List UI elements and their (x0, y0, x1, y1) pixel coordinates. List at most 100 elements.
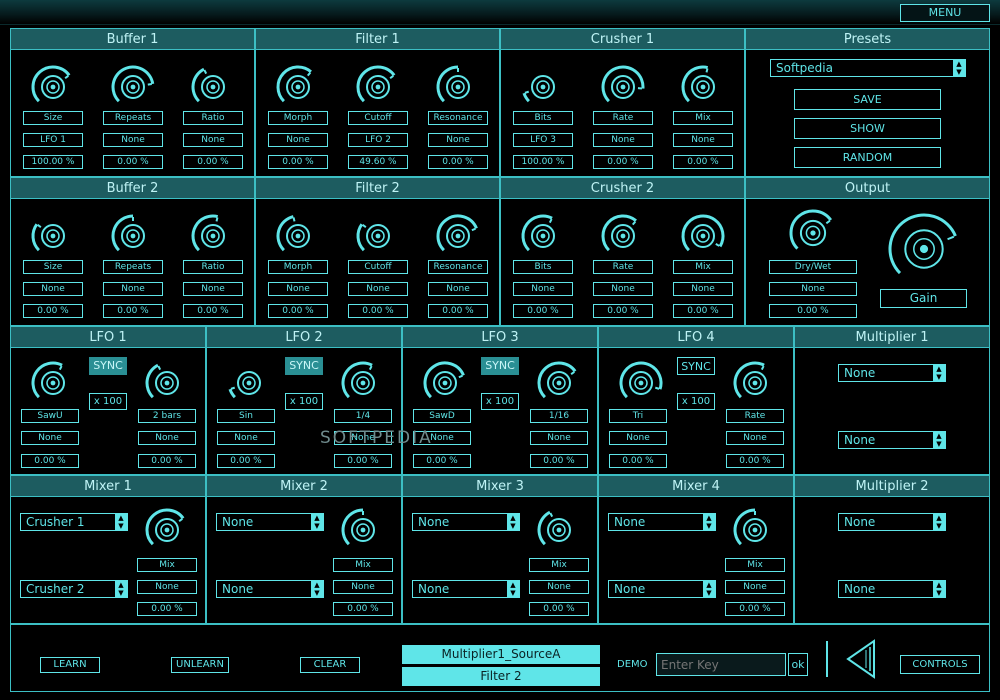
lfo-4-wave-knob[interactable] (616, 358, 666, 408)
license-key-input[interactable] (656, 653, 786, 676)
row1-2-bits-knob[interactable] (518, 62, 568, 112)
lfo-3-wave-mod-amount[interactable]: 0.00 % (413, 454, 471, 468)
row1-2-bits-mod-amount[interactable]: 100.00 % (513, 155, 573, 169)
lfo-3-wave-knob[interactable] (420, 358, 470, 408)
row1-1-cutoff-mod-source[interactable]: LFO 2 (348, 133, 408, 147)
row1-2-mix-mod-source[interactable]: None (673, 133, 733, 147)
row2-1-morph-mod-amount[interactable]: 0.00 % (268, 304, 328, 318)
lfo-2-rate-knob[interactable] (338, 358, 388, 408)
lfo-2-sync-toggle[interactable]: SYNC (285, 357, 323, 375)
row2-0-ratio-mod-source[interactable]: None (183, 282, 243, 296)
mixer-3-mix-mod-amount[interactable]: 0.00 % (529, 602, 589, 616)
mixer-2-mix-knob[interactable] (338, 505, 388, 555)
learn-button[interactable]: LEARN (40, 657, 100, 673)
row2-2-rate-mod-source[interactable]: None (593, 282, 653, 296)
lfo-4-multiplier[interactable]: x 100 (677, 393, 715, 410)
row2-1-resonance-mod-amount[interactable]: 0.00 % (428, 304, 488, 318)
back-arrow-icon[interactable] (844, 639, 878, 679)
lfo-1-rate-mod-amount[interactable]: 0.00 % (138, 454, 196, 468)
mixer-3-source-b[interactable]: None ▲ ▼ (412, 580, 520, 598)
mixer-2-source-a[interactable]: None ▲ ▼ (216, 513, 324, 531)
row2-2-rate-knob[interactable] (598, 211, 648, 261)
menu-button[interactable]: MENU (900, 4, 990, 22)
row1-1-resonance-mod-amount[interactable]: 0.00 % (428, 155, 488, 169)
mixer-3-source-a[interactable]: None ▲ ▼ (412, 513, 520, 531)
mixer-3-mix-mod-source[interactable]: None (529, 580, 589, 594)
mixer-1-source-a[interactable]: Crusher 1 ▲ ▼ (20, 513, 128, 531)
mixer-1-source-b[interactable]: Crusher 2 ▲ ▼ (20, 580, 128, 598)
row1-2-rate-knob[interactable] (598, 62, 648, 112)
mixer-4-mix-knob[interactable] (730, 505, 780, 555)
lfo-3-rate-mod-amount[interactable]: 0.00 % (530, 454, 588, 468)
row1-0-repeats-mod-amount[interactable]: 0.00 % (103, 155, 163, 169)
unlearn-button[interactable]: UNLEARN (171, 657, 229, 673)
row1-0-size-mod-source[interactable]: LFO 1 (23, 133, 83, 147)
mixer-1-mix-mod-amount[interactable]: 0.00 % (137, 602, 197, 616)
row1-0-repeats-mod-source[interactable]: None (103, 133, 163, 147)
lfo-1-wave-mod-amount[interactable]: 0.00 % (21, 454, 79, 468)
lfo-4-rate-mod-amount[interactable]: 0.00 % (726, 454, 784, 468)
lfo-4-wave-mod-amount[interactable]: 0.00 % (609, 454, 667, 468)
row2-0-size-mod-amount[interactable]: 0.00 % (23, 304, 83, 318)
row1-0-size-knob[interactable] (28, 62, 78, 112)
lfo-2-wave-mod-source[interactable]: None (217, 431, 275, 445)
row2-1-morph-mod-source[interactable]: None (268, 282, 328, 296)
ok-button[interactable]: ok (788, 653, 808, 676)
lfo-3-wave-mod-source[interactable]: None (413, 431, 471, 445)
row1-0-ratio-mod-amount[interactable]: 0.00 % (183, 155, 243, 169)
row2-1-resonance-knob[interactable] (433, 211, 483, 261)
row1-2-rate-mod-source[interactable]: None (593, 133, 653, 147)
row2-0-size-mod-source[interactable]: None (23, 282, 83, 296)
lfo-2-wave-knob[interactable] (224, 358, 274, 408)
row2-0-repeats-mod-amount[interactable]: 0.00 % (103, 304, 163, 318)
lfo-1-wave-knob[interactable] (28, 358, 78, 408)
row1-0-ratio-knob[interactable] (188, 62, 238, 112)
row1-0-size-mod-amount[interactable]: 100.00 % (23, 155, 83, 169)
dry-wet-mod-source[interactable]: None (769, 282, 857, 296)
row2-2-bits-knob[interactable] (518, 211, 568, 261)
mixer-2-mix-mod-amount[interactable]: 0.00 % (333, 602, 393, 616)
row1-2-mix-mod-amount[interactable]: 0.00 % (673, 155, 733, 169)
row2-0-repeats-knob[interactable] (108, 211, 158, 261)
row1-1-morph-mod-source[interactable]: None (268, 133, 328, 147)
row1-2-bits-mod-source[interactable]: LFO 3 (513, 133, 573, 147)
row2-2-bits-mod-source[interactable]: None (513, 282, 573, 296)
dry-wet-knob[interactable] (786, 206, 840, 260)
lfo-1-rate-knob[interactable] (142, 358, 192, 408)
controls-button[interactable]: CONTROLS (900, 655, 980, 674)
row2-0-ratio-knob[interactable] (188, 211, 238, 261)
multiplier-2-source-b[interactable]: None ▲ ▼ (838, 580, 946, 598)
mixer-4-source-b[interactable]: None ▲ ▼ (608, 580, 716, 598)
row2-1-resonance-mod-source[interactable]: None (428, 282, 488, 296)
preset-show-button[interactable]: SHOW (794, 118, 941, 139)
preset-select[interactable]: Softpedia ▲ ▼ (770, 59, 966, 77)
row2-2-mix-mod-source[interactable]: None (673, 282, 733, 296)
lfo-4-rate-mod-source[interactable]: None (726, 431, 784, 445)
row2-2-mix-mod-amount[interactable]: 0.00 % (673, 304, 733, 318)
multiplier-2-source-a[interactable]: None ▲ ▼ (838, 513, 946, 531)
lfo-2-rate-mod-source[interactable]: None (334, 431, 392, 445)
row1-1-morph-mod-amount[interactable]: 0.00 % (268, 155, 328, 169)
mixer-4-mix-mod-amount[interactable]: 0.00 % (725, 602, 785, 616)
mixer-1-mix-mod-source[interactable]: None (137, 580, 197, 594)
mixer-2-mix-mod-source[interactable]: None (333, 580, 393, 594)
row1-1-cutoff-knob[interactable] (353, 62, 403, 112)
mixer-4-mix-mod-source[interactable]: None (725, 580, 785, 594)
row2-1-morph-knob[interactable] (273, 211, 323, 261)
multiplier-1-source-a[interactable]: None ▲ ▼ (838, 364, 946, 382)
row1-0-repeats-knob[interactable] (108, 62, 158, 112)
mixer-3-mix-knob[interactable] (534, 505, 584, 555)
row1-1-resonance-knob[interactable] (433, 62, 483, 112)
row2-0-ratio-mod-amount[interactable]: 0.00 % (183, 304, 243, 318)
row2-1-cutoff-mod-source[interactable]: None (348, 282, 408, 296)
lfo-2-multiplier[interactable]: x 100 (285, 393, 323, 410)
row1-0-ratio-mod-source[interactable]: None (183, 133, 243, 147)
lfo-1-wave-mod-source[interactable]: None (21, 431, 79, 445)
lfo-4-sync-toggle[interactable]: SYNC (677, 357, 715, 375)
lfo-3-sync-toggle[interactable]: SYNC (481, 357, 519, 375)
preset-save-button[interactable]: SAVE (794, 89, 941, 110)
row1-2-mix-knob[interactable] (678, 62, 728, 112)
lfo-4-wave-mod-source[interactable]: None (609, 431, 667, 445)
mixer-2-source-b[interactable]: None ▲ ▼ (216, 580, 324, 598)
mixer-1-mix-knob[interactable] (142, 505, 192, 555)
